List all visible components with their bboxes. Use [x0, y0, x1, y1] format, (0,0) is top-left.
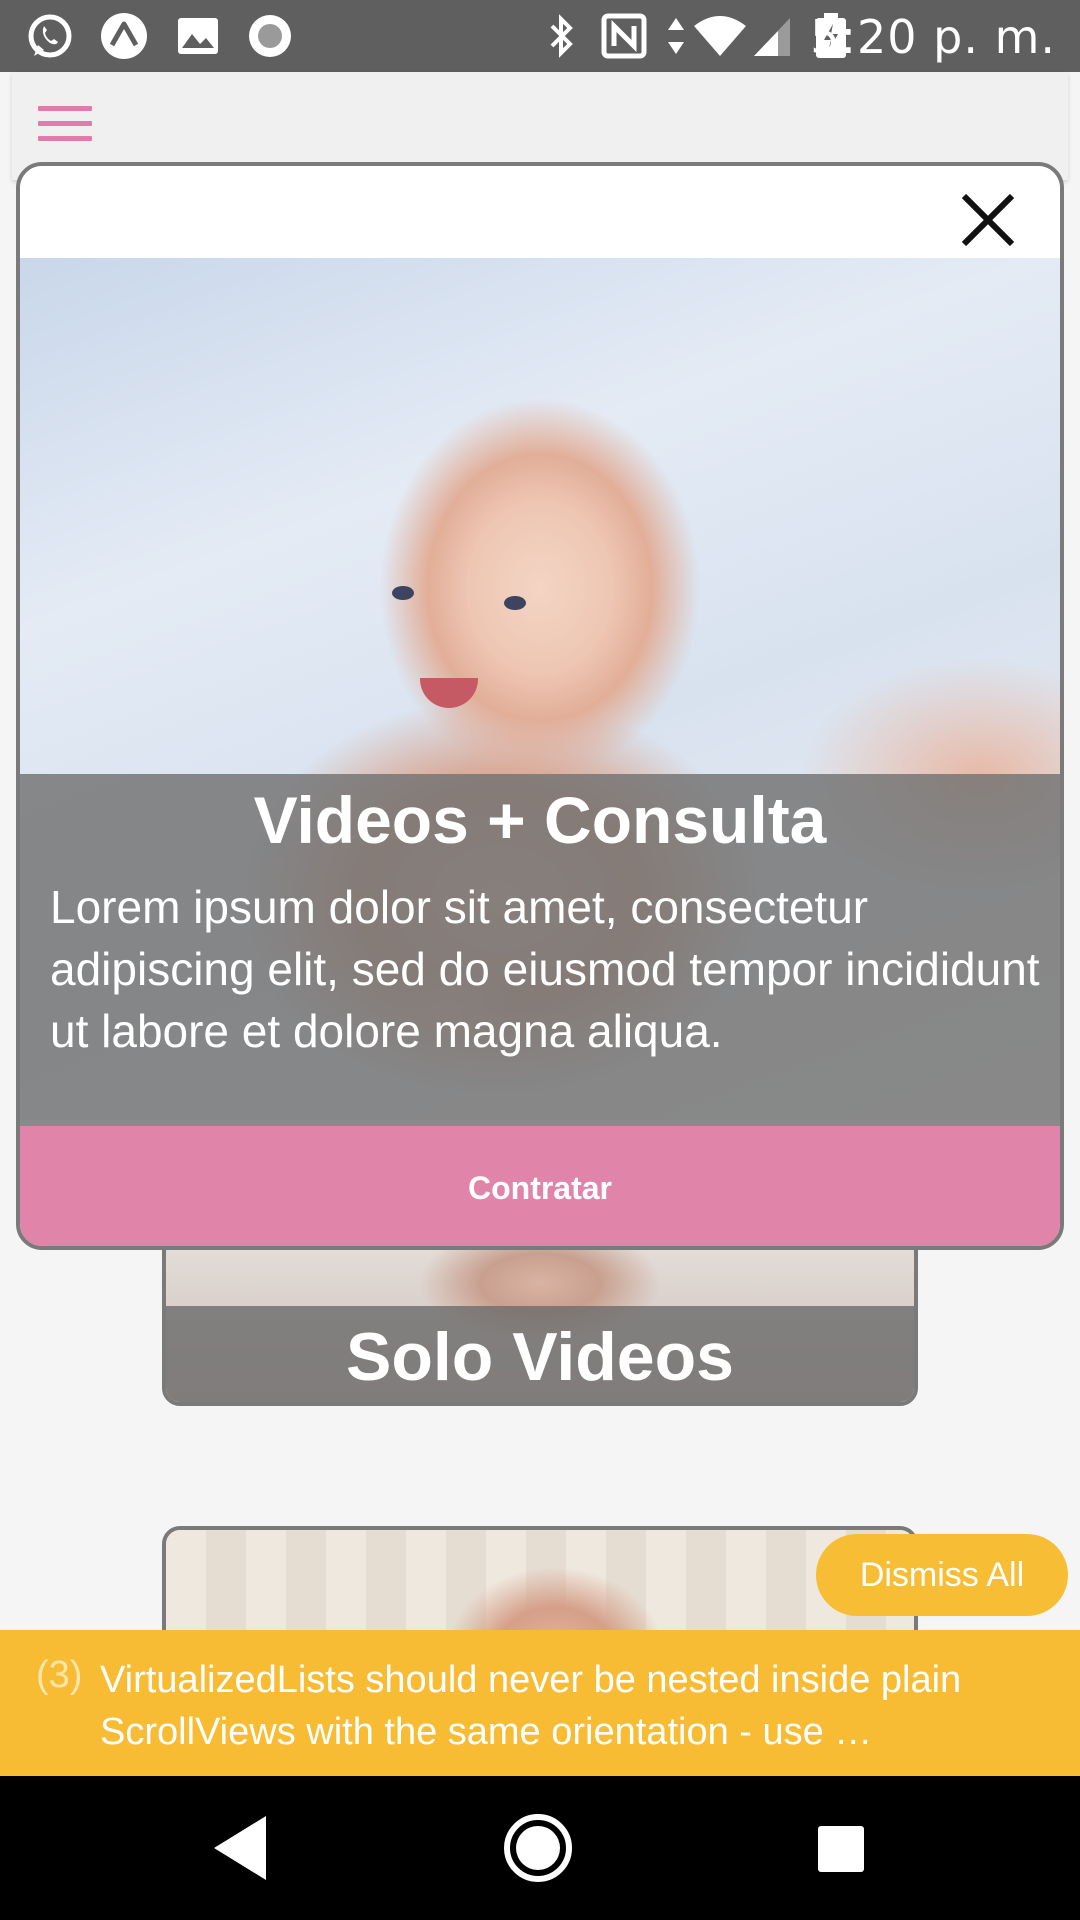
plan-title: Videos + Consulta	[253, 783, 827, 857]
back-icon[interactable]	[214, 1816, 266, 1880]
status-time: 5:20 p. m.	[810, 10, 1056, 64]
warning-count: (3)	[36, 1654, 83, 1696]
plan-card-title: Solo Videos	[346, 1319, 734, 1395]
plan-modal: Videos + Consulta Lorem ipsum dolor sit …	[16, 162, 1064, 1250]
close-icon[interactable]	[958, 190, 1018, 250]
plan-description: Lorem ipsum dolor sit amet, consectetur …	[50, 881, 1040, 1057]
home-icon[interactable]	[504, 1814, 572, 1882]
record-icon	[249, 15, 291, 57]
nfc-icon	[601, 13, 647, 59]
dismiss-all-button[interactable]: Dismiss All	[816, 1534, 1068, 1616]
recents-icon[interactable]	[818, 1826, 864, 1872]
data-arrows-icon	[668, 18, 684, 54]
bluetooth-icon	[550, 14, 573, 58]
expo-icon	[101, 13, 147, 59]
plan-caption: Videos + Consulta Lorem ipsum dolor sit …	[20, 774, 1060, 1126]
status-bar: 5:20 p. m.	[0, 0, 1080, 72]
warning-message: VirtualizedLists should never be nested …	[100, 1659, 962, 1753]
gallery-icon	[178, 18, 218, 54]
signal-icon	[754, 18, 790, 56]
hamburger-menu-icon[interactable]	[38, 106, 92, 146]
whatsapp-icon	[28, 14, 72, 58]
wifi-icon	[694, 16, 746, 56]
contratar-button[interactable]: Contratar	[20, 1126, 1060, 1246]
navigation-bar	[0, 1776, 1080, 1920]
warning-banner[interactable]: (3) VirtualizedLists should never be nes…	[0, 1630, 1080, 1776]
